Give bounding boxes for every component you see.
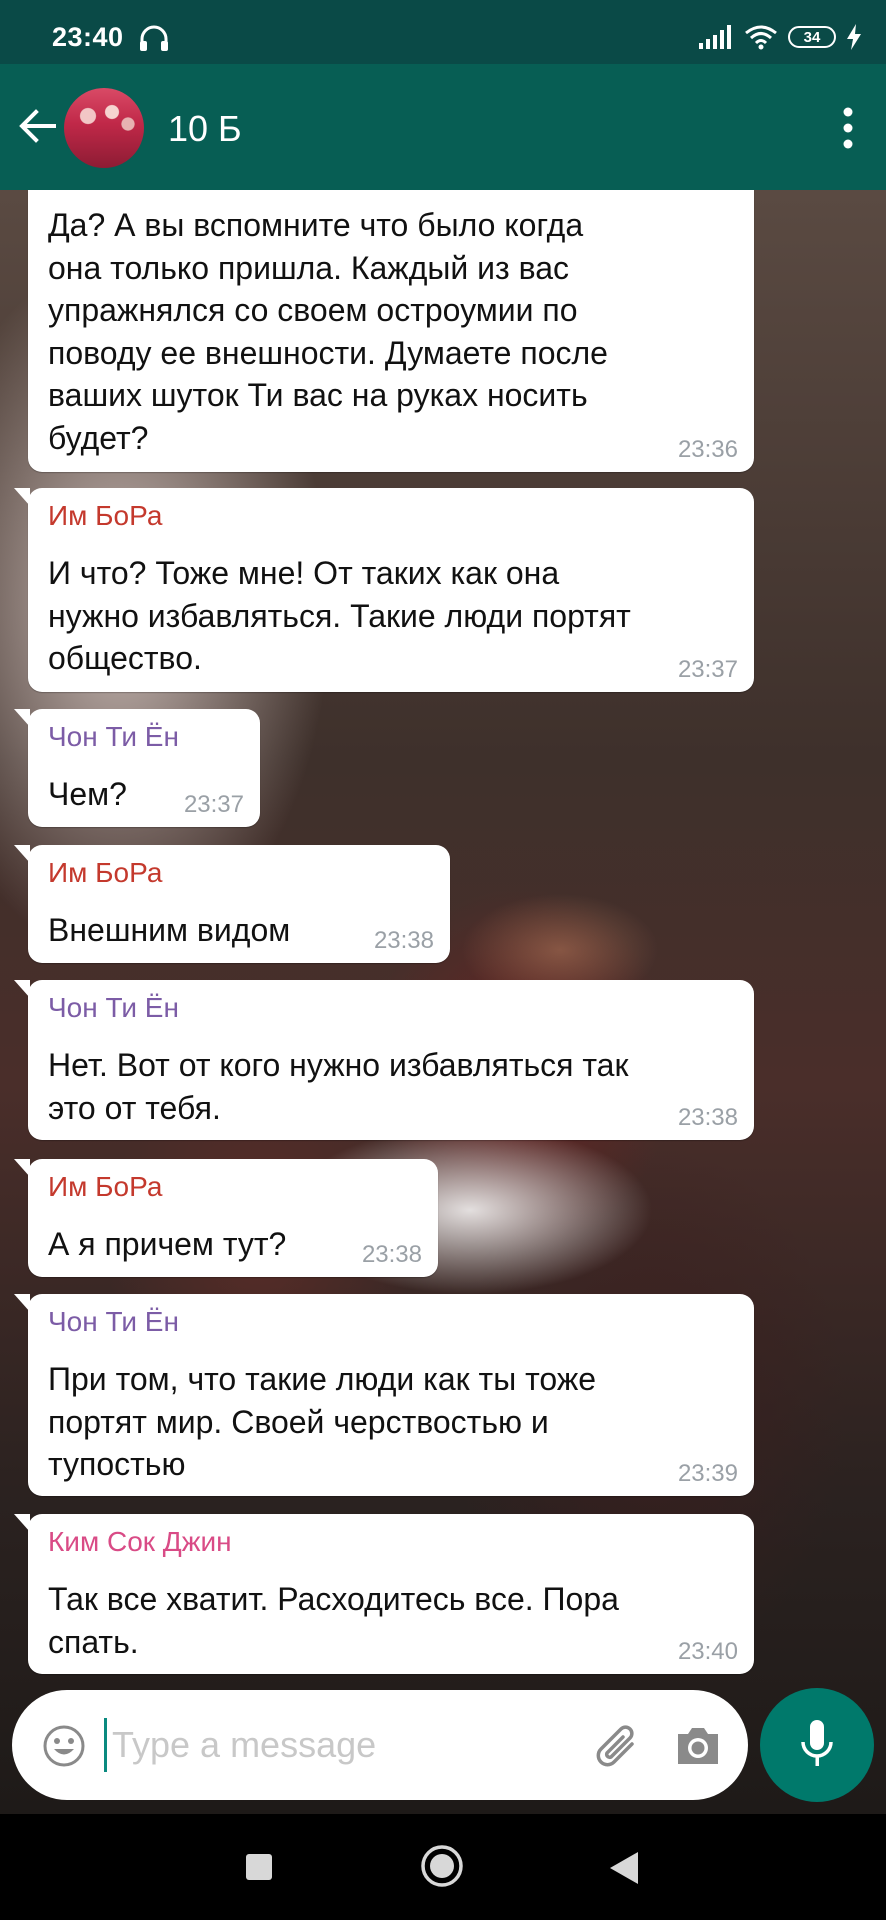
- message-text: Так все хватит. Расходитесь все. Пора сп…: [48, 1581, 619, 1660]
- message-sender: Им БоРа: [48, 500, 163, 531]
- system-nav-bar: [0, 1814, 886, 1920]
- message-text: Да? А вы вспомните что было когда она то…: [48, 207, 608, 456]
- message-sender: Им БоРа: [48, 857, 163, 888]
- recents-button[interactable]: [246, 1854, 272, 1880]
- home-button[interactable]: [420, 1844, 464, 1888]
- message-input-bar[interactable]: Type a message: [12, 1690, 748, 1800]
- message-time: 23:37: [183, 791, 244, 818]
- charging-icon: [847, 24, 861, 50]
- mic-icon: [801, 1720, 833, 1766]
- wifi-icon: [745, 25, 777, 50]
- message-time: 23:38: [361, 1241, 422, 1268]
- mic-button[interactable]: [760, 1688, 874, 1802]
- message-bubble[interactable]: Да? А вы вспомните что было когда она то…: [28, 190, 754, 472]
- chat-title[interactable]: 10 Б: [168, 108, 242, 150]
- text-caret: [104, 1718, 107, 1772]
- battery-indicator: 34: [788, 26, 836, 48]
- message-time: 23:36: [677, 436, 738, 463]
- message-bubble[interactable]: Ким Сок Джин Так все хватит. Расходитесь…: [14, 1514, 754, 1674]
- message-time: 23:38: [677, 1104, 738, 1131]
- group-avatar[interactable]: [64, 88, 144, 168]
- message-bubble[interactable]: Чон Ти Ён Чем? 23:37: [14, 709, 260, 827]
- message-text: А я причем тут?: [48, 1226, 287, 1262]
- message-bubble[interactable]: Чон Ти Ён При том, что такие люди как ты…: [14, 1294, 754, 1496]
- status-bar: 23:40 34: [0, 0, 886, 64]
- message-text: Чем?: [48, 776, 127, 812]
- camera-icon[interactable]: [674, 1724, 722, 1768]
- headset-icon: [140, 25, 168, 51]
- status-time: 23:40: [52, 22, 124, 52]
- emoji-icon[interactable]: [42, 1724, 86, 1768]
- message-sender: Им БоРа: [48, 1171, 163, 1202]
- message-sender: Чон Ти Ён: [48, 1306, 179, 1337]
- chat-header: 10 Б: [0, 64, 886, 190]
- message-sender: Ким Сок Джин: [48, 1526, 232, 1557]
- message-input[interactable]: Type a message: [112, 1724, 376, 1766]
- back-arrow-icon[interactable]: [18, 106, 58, 146]
- message-time: 23:38: [373, 927, 434, 954]
- signal-icon: [699, 25, 731, 49]
- message-bubble[interactable]: Чон Ти Ён Нет. Вот от кого нужно избавля…: [14, 980, 754, 1140]
- message-bubble[interactable]: Им БоРа И что? Тоже мне! От таких как он…: [14, 488, 754, 692]
- status-icons: 34: [698, 20, 862, 54]
- message-time: 23:37: [677, 656, 738, 683]
- message-bubble[interactable]: Им БоРа Внешним видом 23:38: [14, 845, 450, 963]
- message-text: И что? Тоже мне! От таких как она нужно …: [48, 555, 631, 676]
- message-sender: Чон Ти Ён: [48, 992, 179, 1023]
- message-text: Нет. Вот от кого нужно избавляться так э…: [48, 1047, 629, 1126]
- message-time: 23:39: [677, 1460, 738, 1487]
- nav-back-button[interactable]: [606, 1850, 640, 1886]
- message-sender: Чон Ти Ён: [48, 721, 179, 752]
- message-text: При том, что такие люди как ты тоже порт…: [48, 1361, 597, 1482]
- message-text: Внешним видом: [48, 912, 291, 948]
- more-vert-icon[interactable]: [838, 106, 858, 150]
- message-time: 23:40: [677, 1638, 738, 1665]
- message-bubble[interactable]: Им БоРа А я причем тут? 23:38: [14, 1159, 438, 1277]
- attach-icon[interactable]: [592, 1722, 644, 1774]
